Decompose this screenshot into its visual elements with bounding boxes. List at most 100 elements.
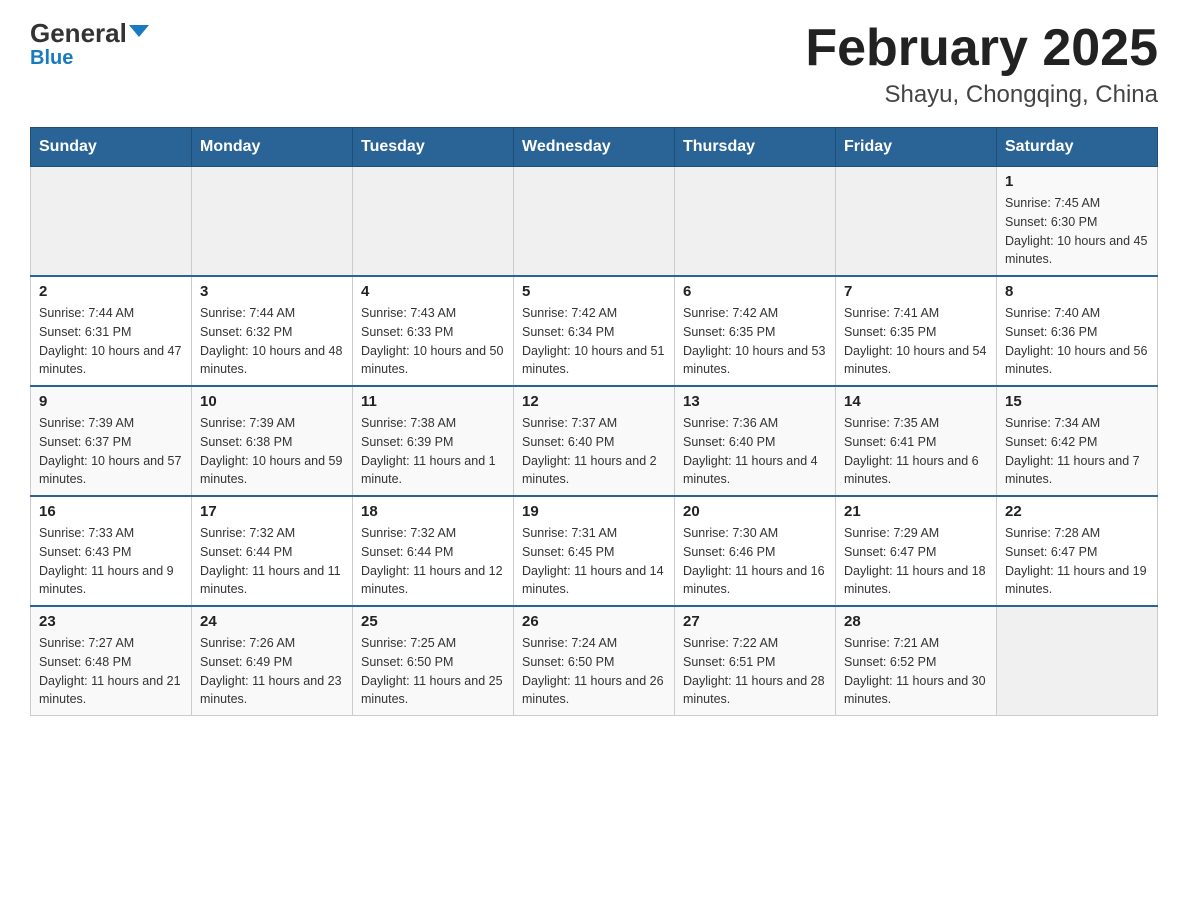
day-number: 11 (361, 393, 505, 410)
day-number: 9 (39, 393, 183, 410)
day-number: 28 (844, 613, 988, 630)
calendar-cell (31, 167, 192, 277)
page-subtitle: Shayu, Chongqing, China (805, 81, 1158, 109)
day-number: 8 (1005, 283, 1149, 300)
calendar-cell: 8 Sunrise: 7:40 AMSunset: 6:36 PMDaylight… (997, 276, 1158, 386)
day-of-week-header: Friday (836, 128, 997, 167)
day-info: Sunrise: 7:44 AMSunset: 6:31 PMDaylight:… (39, 304, 183, 379)
calendar-cell: 7Sunrise: 7:41 AMSunset: 6:35 PMDaylight… (836, 276, 997, 386)
day-number: 14 (844, 393, 988, 410)
day-of-week-header: Tuesday (353, 128, 514, 167)
logo-arrow-icon (129, 25, 149, 37)
day-number: 24 (200, 613, 344, 630)
day-number: 18 (361, 503, 505, 520)
calendar-cell: 10 Sunrise: 7:39 AMSunset: 6:38 PMDayligh… (192, 386, 353, 496)
calendar-cell: 2 Sunrise: 7:44 AMSunset: 6:31 PMDaylight… (31, 276, 192, 386)
day-info: Sunrise: 7:45 AMSunset: 6:30 PMDaylight:… (1005, 194, 1149, 269)
calendar-cell: 26 Sunrise: 7:24 AMSunset: 6:50 PMDayligh… (514, 606, 675, 716)
calendar-cell: 13 Sunrise: 7:36 AMSunset: 6:40 PMDayligh… (675, 386, 836, 496)
day-number: 2 (39, 283, 183, 300)
calendar-cell (514, 167, 675, 277)
day-number: 1 (1005, 173, 1149, 190)
day-info: Sunrise: 7:38 AMSunset: 6:39 PMDaylight:… (361, 414, 505, 489)
day-number: 10 (200, 393, 344, 410)
day-info: Sunrise: 7:39 AMSunset: 6:37 PMDaylight:… (39, 414, 183, 489)
calendar-header-row: SundayMondayTuesdayWednesdayThursdayFrid… (31, 128, 1158, 167)
calendar-cell (353, 167, 514, 277)
day-info: Sunrise: 7:27 AMSunset: 6:48 PMDaylight:… (39, 634, 183, 709)
calendar-week-row: 2 Sunrise: 7:44 AMSunset: 6:31 PMDaylight… (31, 276, 1158, 386)
day-number: 19 (522, 503, 666, 520)
calendar-cell: 6Sunrise: 7:42 AMSunset: 6:35 PMDaylight… (675, 276, 836, 386)
calendar-week-row: 23 Sunrise: 7:27 AMSunset: 6:48 PMDayligh… (31, 606, 1158, 716)
calendar-cell: 18 Sunrise: 7:32 AMSunset: 6:44 PMDayligh… (353, 496, 514, 606)
day-info: Sunrise: 7:26 AMSunset: 6:49 PMDaylight:… (200, 634, 344, 709)
calendar-cell: 4 Sunrise: 7:43 AMSunset: 6:33 PMDaylight… (353, 276, 514, 386)
day-info: Sunrise: 7:42 AMSunset: 6:34 PMDaylight:… (522, 304, 666, 379)
day-number: 12 (522, 393, 666, 410)
day-info: Sunrise: 7:34 AMSunset: 6:42 PMDaylight:… (1005, 414, 1149, 489)
day-number: 17 (200, 503, 344, 520)
day-info: Sunrise: 7:40 AMSunset: 6:36 PMDaylight:… (1005, 304, 1149, 379)
day-info: Sunrise: 7:25 AMSunset: 6:50 PMDaylight:… (361, 634, 505, 709)
day-number: 5 (522, 283, 666, 300)
day-of-week-header: Saturday (997, 128, 1158, 167)
day-info: Sunrise: 7:28 AMSunset: 6:47 PMDaylight:… (1005, 524, 1149, 599)
day-info: Sunrise: 7:24 AMSunset: 6:50 PMDaylight:… (522, 634, 666, 709)
day-number: 25 (361, 613, 505, 630)
day-info: Sunrise: 7:21 AMSunset: 6:52 PMDaylight:… (844, 634, 988, 709)
calendar-cell: 24 Sunrise: 7:26 AMSunset: 6:49 PMDayligh… (192, 606, 353, 716)
day-info: Sunrise: 7:43 AMSunset: 6:33 PMDaylight:… (361, 304, 505, 379)
day-number: 20 (683, 503, 827, 520)
calendar-cell: 15 Sunrise: 7:34 AMSunset: 6:42 PMDayligh… (997, 386, 1158, 496)
day-info: Sunrise: 7:37 AMSunset: 6:40 PMDaylight:… (522, 414, 666, 489)
day-number: 22 (1005, 503, 1149, 520)
day-of-week-header: Sunday (31, 128, 192, 167)
day-number: 15 (1005, 393, 1149, 410)
calendar-cell (675, 167, 836, 277)
day-info: Sunrise: 7:32 AMSunset: 6:44 PMDaylight:… (200, 524, 344, 599)
calendar-cell: 19 Sunrise: 7:31 AMSunset: 6:45 PMDayligh… (514, 496, 675, 606)
day-info: Sunrise: 7:39 AMSunset: 6:38 PMDaylight:… (200, 414, 344, 489)
day-info: Sunrise: 7:31 AMSunset: 6:45 PMDaylight:… (522, 524, 666, 599)
day-info: Sunrise: 7:29 AMSunset: 6:47 PMDaylight:… (844, 524, 988, 599)
day-info: Sunrise: 7:44 AMSunset: 6:32 PMDaylight:… (200, 304, 344, 379)
calendar-cell: 17 Sunrise: 7:32 AMSunset: 6:44 PMDayligh… (192, 496, 353, 606)
calendar-cell (836, 167, 997, 277)
calendar-cell: 1 Sunrise: 7:45 AMSunset: 6:30 PMDaylight… (997, 167, 1158, 277)
day-info: Sunrise: 7:41 AMSunset: 6:35 PMDaylight:… (844, 304, 988, 379)
day-number: 27 (683, 613, 827, 630)
calendar-cell: 16Sunrise: 7:33 AMSunset: 6:43 PMDayligh… (31, 496, 192, 606)
title-area: February 2025 Shayu, Chongqing, China (805, 20, 1158, 109)
day-info: Sunrise: 7:22 AMSunset: 6:51 PMDaylight:… (683, 634, 827, 709)
day-number: 23 (39, 613, 183, 630)
calendar-cell: 23 Sunrise: 7:27 AMSunset: 6:48 PMDayligh… (31, 606, 192, 716)
calendar-cell: 27 Sunrise: 7:22 AMSunset: 6:51 PMDayligh… (675, 606, 836, 716)
calendar-table: SundayMondayTuesdayWednesdayThursdayFrid… (30, 127, 1158, 716)
day-info: Sunrise: 7:42 AMSunset: 6:35 PMDaylight:… (683, 304, 827, 379)
calendar-cell: 21Sunrise: 7:29 AMSunset: 6:47 PMDayligh… (836, 496, 997, 606)
day-number: 3 (200, 283, 344, 300)
day-info: Sunrise: 7:33 AMSunset: 6:43 PMDaylight:… (39, 524, 183, 599)
page-title: February 2025 (805, 20, 1158, 77)
logo: General Blue (30, 20, 149, 68)
calendar-week-row: 9 Sunrise: 7:39 AMSunset: 6:37 PMDaylight… (31, 386, 1158, 496)
day-info: Sunrise: 7:30 AMSunset: 6:46 PMDaylight:… (683, 524, 827, 599)
calendar-cell: 28 Sunrise: 7:21 AMSunset: 6:52 PMDayligh… (836, 606, 997, 716)
day-info: Sunrise: 7:36 AMSunset: 6:40 PMDaylight:… (683, 414, 827, 489)
day-number: 13 (683, 393, 827, 410)
day-number: 26 (522, 613, 666, 630)
calendar-week-row: 1 Sunrise: 7:45 AMSunset: 6:30 PMDaylight… (31, 167, 1158, 277)
calendar-cell: 12 Sunrise: 7:37 AMSunset: 6:40 PMDayligh… (514, 386, 675, 496)
day-of-week-header: Thursday (675, 128, 836, 167)
calendar-cell: 20 Sunrise: 7:30 AMSunset: 6:46 PMDayligh… (675, 496, 836, 606)
calendar-cell: 14 Sunrise: 7:35 AMSunset: 6:41 PMDayligh… (836, 386, 997, 496)
day-info: Sunrise: 7:32 AMSunset: 6:44 PMDaylight:… (361, 524, 505, 599)
page-header: General Blue February 2025 Shayu, Chongq… (30, 20, 1158, 109)
calendar-week-row: 16Sunrise: 7:33 AMSunset: 6:43 PMDayligh… (31, 496, 1158, 606)
logo-blue-label: Blue (30, 48, 73, 68)
day-number: 4 (361, 283, 505, 300)
day-of-week-header: Monday (192, 128, 353, 167)
calendar-cell (192, 167, 353, 277)
day-info: Sunrise: 7:35 AMSunset: 6:41 PMDaylight:… (844, 414, 988, 489)
